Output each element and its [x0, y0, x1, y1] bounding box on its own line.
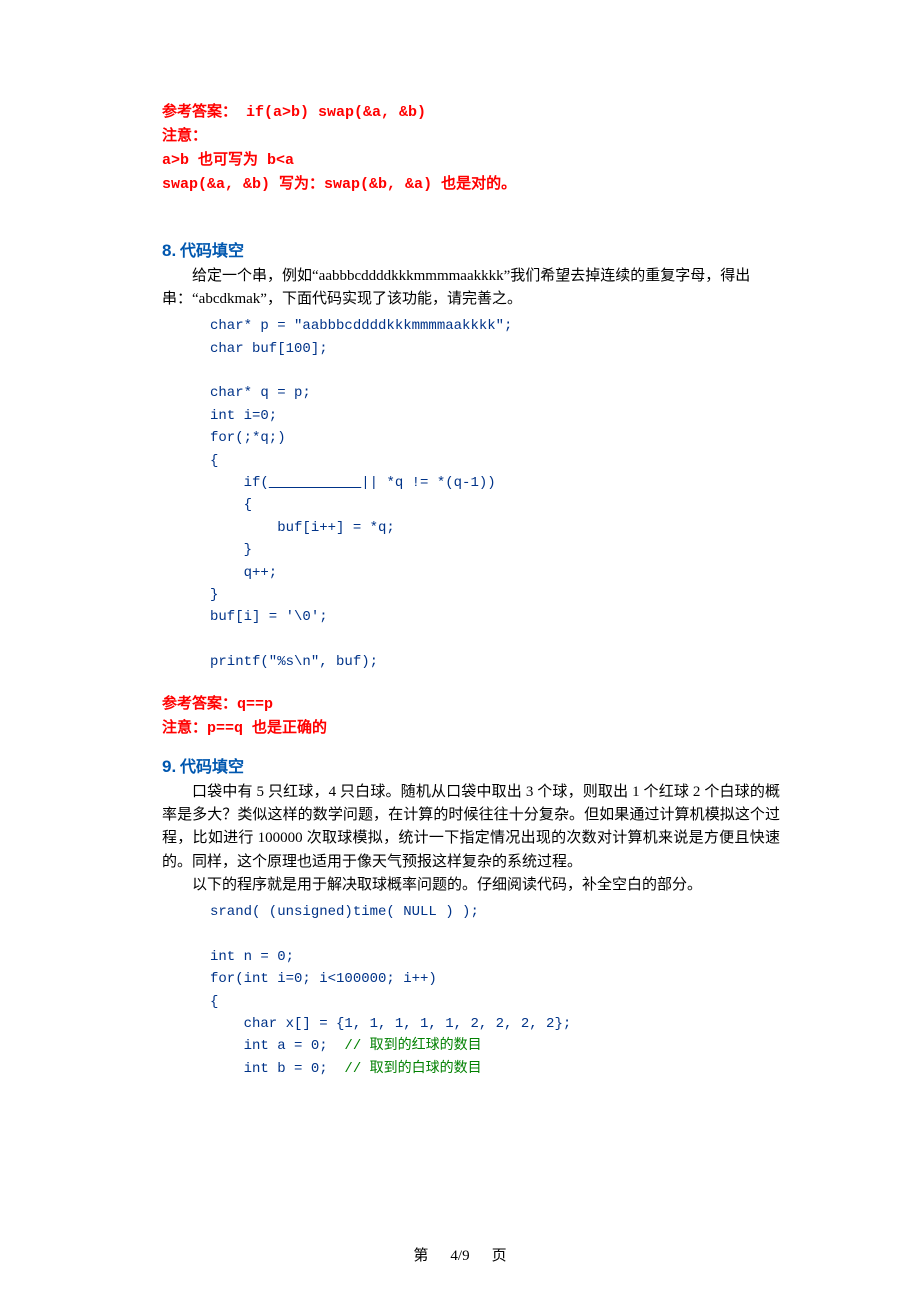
footer-right: 页 — [492, 1248, 507, 1264]
note-line-1: a>b 也可写为 b<a — [162, 148, 780, 172]
answer-code: q==p — [237, 696, 273, 713]
question-title: 代码填空 — [180, 759, 244, 776]
code-block: srand( (unsigned)time( NULL ) ); int n =… — [210, 901, 780, 1080]
question-number: 8. — [162, 241, 176, 260]
answer-line: 参考答案：q==p — [162, 692, 780, 716]
answer-code: if(a>b) swap(&a, &b) — [237, 104, 426, 121]
question-9: 9. 代码填空 口袋中有 5 只红球，4 只白球。随机从口袋中取出 3 个球，则… — [162, 754, 780, 1080]
code-line: srand( (unsigned)time( NULL ) ); — [210, 904, 479, 920]
note-text: 也是正确的 — [252, 719, 327, 736]
question-8: 8. 代码填空 给定一个串，例如“aabbbcddddkkkmmmmaakkkk… — [162, 238, 780, 740]
code-line: int a = 0; // 取到的红球的数目 — [210, 1038, 482, 1054]
code-line: int b = 0; // 取到的白球的数目 — [210, 1061, 482, 1077]
answer-label: 参考答案： — [162, 695, 237, 712]
code-block: char* p = "aabbbcddddkkkmmmmaakkkk"; cha… — [210, 315, 780, 673]
question-text: 口袋中有 5 只红球，4 只白球。随机从口袋中取出 3 个球，则取出 1 个红球… — [162, 781, 780, 874]
code-line: char x[] = {1, 1, 1, 1, 1, 2, 2, 2, 2}; — [210, 1016, 571, 1032]
code-line: int n = 0; — [210, 949, 294, 965]
footer-left: 第 — [413, 1248, 428, 1264]
code-comment: // 取到的白球的数目 — [344, 1061, 481, 1077]
answer-label: 参考答案： — [162, 103, 237, 120]
question-heading: 9. 代码填空 — [162, 754, 780, 781]
note-code-d: swap(&b, &a) — [324, 176, 441, 193]
answer-block-top: 参考答案： if(a>b) swap(&a, &b) 注意： a>b 也可写为 … — [162, 100, 780, 196]
answer-line: 参考答案： if(a>b) swap(&a, &b) — [162, 100, 780, 124]
code-comment: // 取到的红球的数目 — [344, 1038, 481, 1054]
note-line: 注意：p==q 也是正确的 — [162, 716, 780, 740]
note-label: 注意： — [162, 124, 780, 147]
document-page: 参考答案： if(a>b) swap(&a, &b) 注意： a>b 也可写为 … — [0, 0, 920, 1302]
note-label: 注意： — [162, 719, 207, 736]
question-text: 给定一个串，例如“aabbbcddddkkkmmmmaakkkk”我们希望去掉连… — [162, 265, 780, 312]
note-text: 写为： — [279, 175, 324, 192]
code-line: { — [210, 994, 218, 1010]
note-code: p==q — [207, 720, 252, 737]
note-code-c: swap(&a, &b) — [162, 176, 279, 193]
note-code-a: a>b — [162, 152, 198, 169]
note-line-2: swap(&a, &b) 写为：swap(&b, &a) 也是对的。 — [162, 172, 780, 196]
note-text: 也是对的。 — [441, 175, 516, 192]
question-text: 以下的程序就是用于解决取球概率问题的。仔细阅读代码，补全空白的部分。 — [162, 874, 780, 897]
question-number: 9. — [162, 757, 176, 776]
question-title: 代码填空 — [180, 243, 244, 260]
code-text: char* p = "aabbbcddddkkkmmmmaakkkk"; cha… — [210, 318, 512, 670]
footer-page-number: 4/9 — [450, 1248, 469, 1264]
question-heading: 8. 代码填空 — [162, 238, 780, 265]
note-text: 也可写为 — [198, 151, 258, 168]
code-line: for(int i=0; i<100000; i++) — [210, 971, 437, 987]
page-footer: 第 4/9 页 — [0, 1245, 920, 1268]
note-code-b: b<a — [258, 152, 294, 169]
